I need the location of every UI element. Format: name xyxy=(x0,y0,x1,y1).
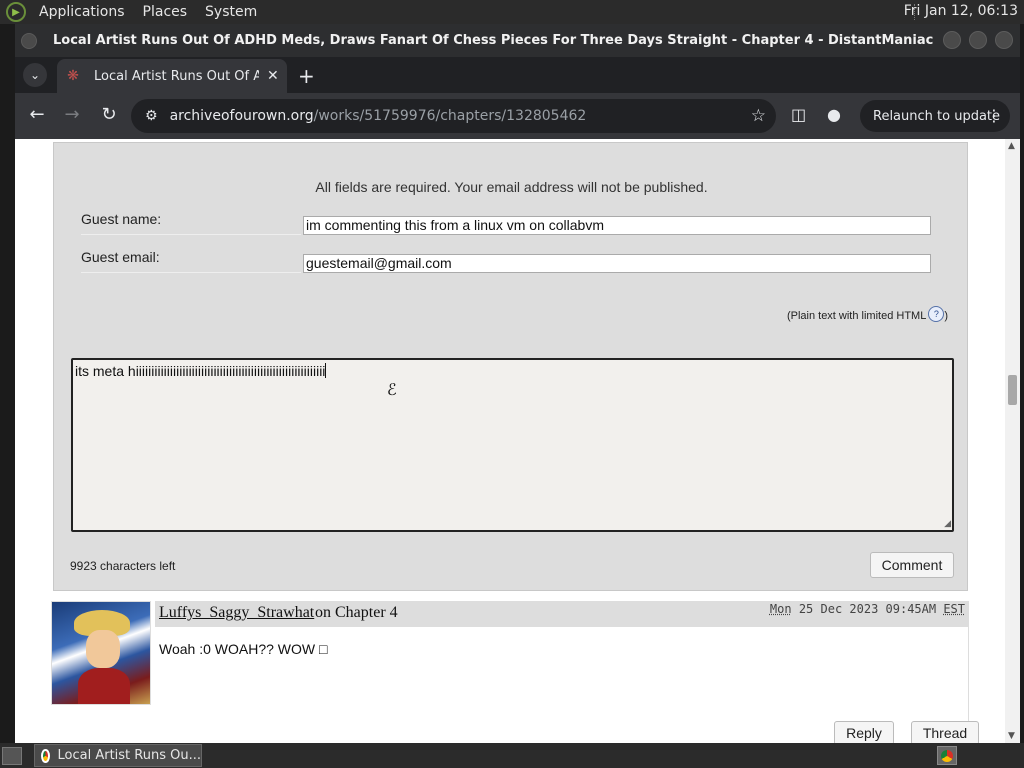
url-domain: archiveofourown.org xyxy=(169,108,314,124)
tab-strip: ⌄ ❋ Local Artist Runs Out Of ADHD Meds ✕… xyxy=(15,57,1020,93)
taskbar-window-label: Local Artist Runs Ou... xyxy=(57,748,201,763)
scroll-up-icon[interactable]: ▲ xyxy=(1008,141,1015,151)
address-bar[interactable]: ⚙ archiveofourown.org/works/51759976/cha… xyxy=(131,99,776,133)
help-icon[interactable]: ? xyxy=(928,306,945,322)
guest-email-input[interactable]: guestemail@gmail.com xyxy=(303,254,931,273)
comment-textarea-text: its meta hiiiiiiiiiiiiiiiiiiiiiiiiiiiiii… xyxy=(75,363,326,379)
plain-text-note: (Plain text with limited HTML?) xyxy=(787,306,948,322)
ibeam-cursor-icon: ℰ xyxy=(387,380,397,399)
required-fields-note: All fields are required. Your email addr… xyxy=(315,179,708,195)
tab-search-icon[interactable]: ⌄ xyxy=(23,63,47,87)
comment-date-day: Mon xyxy=(769,602,792,616)
comment-textarea[interactable]: its meta hiiiiiiiiiiiiiiiiiiiiiiiiiiiiii… xyxy=(71,358,954,532)
avatar-face xyxy=(86,630,120,668)
back-icon[interactable]: ← xyxy=(25,104,49,125)
bookmark-star-icon[interactable]: ☆ xyxy=(751,106,766,126)
relaunch-label: Relaunch to update xyxy=(873,108,1001,124)
close-window-icon[interactable] xyxy=(995,31,1013,49)
url-path: /works/51759976/chapters/132805462 xyxy=(313,108,587,124)
new-tab-icon[interactable]: + xyxy=(298,64,315,88)
browser-toolbar: ← → ↻ ⚙ archiveofourown.org/works/517599… xyxy=(15,93,1020,139)
relaunch-button[interactable]: Relaunch to update ⋮ xyxy=(860,100,1010,132)
comment-date-rest: 25 Dec 2023 09:45AM xyxy=(791,602,944,616)
menu-places[interactable]: Places xyxy=(138,4,193,20)
comment-date-tz: EST xyxy=(943,602,965,616)
maximize-icon[interactable] xyxy=(969,31,987,49)
window-menu-icon[interactable] xyxy=(21,32,37,49)
forward-icon[interactable]: → xyxy=(60,104,84,125)
chrome-icon xyxy=(41,748,50,763)
browser-window: Local Artist Runs Out Of ADHD Meds, Draw… xyxy=(15,24,1020,743)
tab-close-icon[interactable]: ✕ xyxy=(267,68,279,84)
minimize-icon[interactable] xyxy=(943,31,961,49)
comment-heading: Luffys_Saggy_Strawhat on Chapter 4 Mon 2… xyxy=(155,601,969,627)
comment-date: Mon 25 Dec 2023 09:45AM EST xyxy=(770,602,965,616)
comment-form: All fields are required. Your email addr… xyxy=(53,142,968,591)
resize-handle-icon[interactable]: ◢ xyxy=(944,518,951,529)
plain-text-note-close: ) xyxy=(944,310,948,322)
bottom-taskbar: Local Artist Runs Ou... xyxy=(0,743,1024,768)
guest-email-label: Guest email: xyxy=(81,249,301,273)
avatar-body xyxy=(78,668,130,704)
url-text[interactable]: archiveofourown.org/works/51759976/chapt… xyxy=(170,108,587,124)
menu-applications[interactable]: Applications xyxy=(34,4,130,20)
profile-icon[interactable]: ● xyxy=(827,105,841,124)
panel-clock[interactable]: Fri Jan 12, 06:13 xyxy=(904,3,1018,19)
comment-body: Woah :0 WOAH?? WOW □ xyxy=(159,641,328,657)
ao3-favicon-icon: ❋ xyxy=(67,68,79,84)
reply-button[interactable]: Reply xyxy=(834,721,894,743)
plain-text-note-text: (Plain text with limited HTML xyxy=(786,310,927,322)
comment-chapter: on Chapter 4 xyxy=(315,604,398,621)
tray-chrome-icon[interactable] xyxy=(937,746,957,765)
comment-author-link[interactable]: Luffys_Saggy_Strawhat xyxy=(159,604,314,622)
guest-name-input[interactable]: im commenting this from a linux vm on co… xyxy=(303,216,931,235)
characters-left: 9923 characters left xyxy=(70,559,176,573)
scrollbar-thumb[interactable] xyxy=(1008,375,1017,405)
page-viewport: All fields are required. Your email addr… xyxy=(15,139,1020,743)
browser-menu-icon[interactable]: ⋮ xyxy=(986,106,1002,125)
comment-item: Luffys_Saggy_Strawhat on Chapter 4 Mon 2… xyxy=(51,601,979,743)
thread-button[interactable]: Thread xyxy=(911,721,979,743)
side-panel-icon[interactable]: ◫ xyxy=(791,105,806,124)
distro-logo-icon[interactable]: ▶ xyxy=(6,2,26,22)
window-title: Local Artist Runs Out Of ADHD Meds, Draw… xyxy=(53,33,933,48)
reload-icon[interactable]: ↻ xyxy=(97,104,121,125)
menu-system[interactable]: System xyxy=(200,4,262,20)
browser-tab[interactable]: ❋ Local Artist Runs Out Of ADHD Meds ✕ xyxy=(57,59,287,93)
guest-name-label: Guest name: xyxy=(81,211,301,235)
avatar[interactable] xyxy=(51,601,151,705)
top-panel: ▶ Applications Places System Fri Jan 12,… xyxy=(0,0,1024,24)
comment-submit-button[interactable]: Comment xyxy=(870,552,954,578)
site-info-icon[interactable]: ⚙ xyxy=(145,108,158,124)
window-titlebar[interactable]: Local Artist Runs Out Of ADHD Meds, Draw… xyxy=(15,24,1020,57)
tab-title: Local Artist Runs Out Of ADHD Meds xyxy=(94,68,259,84)
page-scrollbar[interactable]: ▲ ▼ xyxy=(1005,139,1020,743)
show-desktop-icon[interactable] xyxy=(2,746,22,765)
text-caret xyxy=(325,363,327,378)
scroll-down-icon[interactable]: ▼ xyxy=(1008,731,1015,741)
taskbar-window-button[interactable]: Local Artist Runs Ou... xyxy=(34,744,202,767)
